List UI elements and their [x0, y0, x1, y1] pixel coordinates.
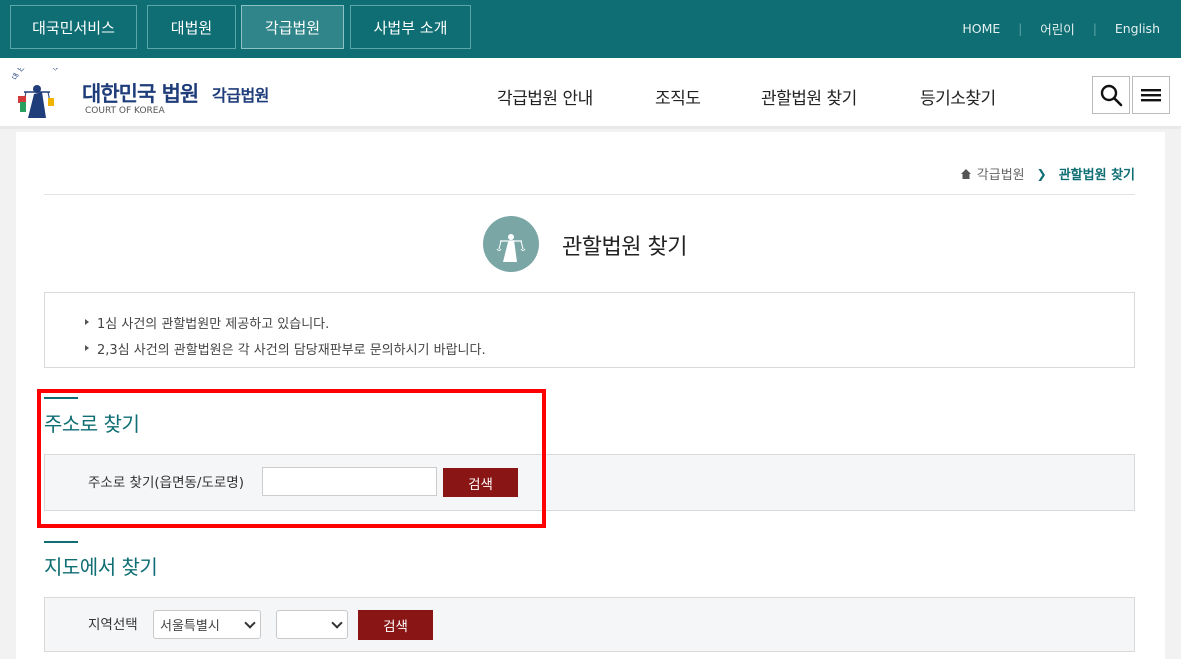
notice-item: 1심 사건의 관할법원만 제공하고 있습니다. — [84, 313, 329, 332]
top-bar: 대국민서비스 대법원 각급법원 사법부 소개 HOME | 어린이 | Engl… — [0, 0, 1181, 58]
nav-org-chart[interactable]: 조직도 — [655, 84, 701, 109]
tab-judiciary-intro[interactable]: 사법부 소개 — [350, 5, 471, 49]
subregion-select[interactable] — [276, 610, 348, 639]
tab-lower-courts[interactable]: 각급법원 — [241, 5, 344, 49]
kids-link[interactable]: 어린이 — [1040, 19, 1075, 38]
search-button[interactable] — [1092, 76, 1130, 114]
menu-button[interactable] — [1132, 76, 1170, 114]
region-select-value: 서울특별시 — [160, 619, 220, 634]
tab-label: 각급법원 — [264, 18, 321, 37]
notice-box: 1심 사건의 관할법원만 제공하고 있습니다. 2,3심 사건의 관할법원은 각… — [44, 292, 1135, 368]
tab-label: 대국민서비스 — [32, 18, 115, 37]
section-accent-line — [44, 541, 78, 543]
chevron-down-icon — [244, 617, 256, 629]
tab-label: 사법부 소개 — [373, 18, 448, 37]
notice-item: 2,3심 사건의 관할법원은 각 사건의 담당재판부로 문의하시기 바랍니다. — [85, 339, 486, 358]
divider — [44, 194, 1135, 195]
emblem-text: 대 한 민 국 법 원 — [11, 57, 61, 81]
tab-public-service[interactable]: 대국민서비스 — [10, 5, 137, 49]
region-select[interactable]: 서울특별시 — [153, 610, 261, 639]
svg-text:대 한 민 국 법 원: 대 한 민 국 법 원 — [11, 68, 61, 81]
highlight-box — [37, 389, 546, 528]
breadcrumb: 각급법원 ❯ 관할법원 찾기 — [960, 164, 1135, 183]
chevron-right-icon: ❯ — [1036, 166, 1047, 181]
divider: | — [1092, 21, 1097, 36]
chevron-down-icon — [331, 617, 343, 629]
home-icon[interactable] — [960, 168, 971, 179]
logo-english: COURT OF KOREA — [85, 106, 165, 116]
nav-courts-guide[interactable]: 각급법원 안내 — [497, 84, 593, 109]
court-emblem-icon — [483, 216, 539, 272]
map-search-box: 지역선택 서울특별시 검색 — [44, 597, 1135, 652]
map-search-button[interactable]: 검색 — [358, 610, 433, 640]
site-header: 대 한 민 국 법 원 대한민국 법원 각급법원 COURT OF KOREA … — [0, 57, 1181, 129]
region-select-label: 지역선택 — [88, 617, 138, 633]
hamburger-icon — [1141, 89, 1161, 102]
divider: | — [1018, 21, 1023, 36]
page-title: 관할법원 찾기 — [562, 235, 687, 260]
search-icon — [1100, 84, 1123, 107]
english-link[interactable]: English — [1115, 21, 1160, 36]
nav-find-registry[interactable]: 등기소찾기 — [920, 84, 996, 109]
court-emblem-logo[interactable]: 대 한 민 국 법 원 — [10, 57, 70, 120]
tab-label: 대법원 — [170, 18, 213, 37]
tab-supreme-court[interactable]: 대법원 — [147, 5, 236, 49]
logo-title[interactable]: 대한민국 법원 — [82, 78, 199, 108]
breadcrumb-parent[interactable]: 각급법원 — [977, 164, 1025, 183]
nav-find-jurisdiction[interactable]: 관할법원 찾기 — [761, 84, 857, 109]
home-link[interactable]: HOME — [962, 21, 1000, 36]
top-links: HOME | 어린이 | English — [962, 19, 1160, 38]
breadcrumb-current: 관할법원 찾기 — [1058, 168, 1135, 183]
logo-subtitle: 각급법원 — [212, 86, 269, 105]
map-search-title: 지도에서 찾기 — [44, 555, 158, 579]
